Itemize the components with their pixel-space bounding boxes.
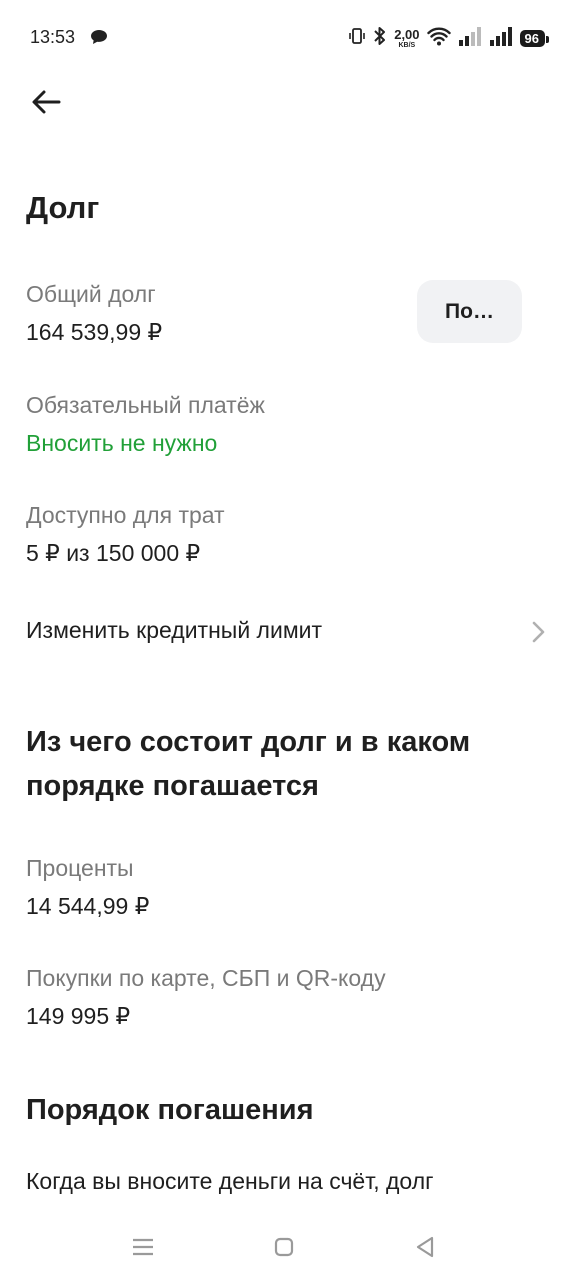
- menu-button[interactable]: [128, 1232, 158, 1262]
- total-debt-value: 164 539,99 ₽: [26, 319, 163, 345]
- available-value: 5 ₽ из 150 000 ₽: [26, 540, 201, 566]
- change-limit-label: Изменить кредитный лимит: [26, 617, 323, 643]
- mandatory-payment-label: Обязательный платёж: [26, 392, 265, 418]
- page-title: Долг: [26, 190, 100, 225]
- status-bar: 13:53 2,00 KB/S 96: [0, 0, 573, 76]
- square-icon: [274, 1237, 294, 1257]
- back-nav-button[interactable]: [410, 1232, 440, 1262]
- purchases-label: Покупки по карте, СБП и QR-коду: [26, 965, 386, 991]
- pay-button[interactable]: По…: [417, 280, 522, 343]
- repayment-title: Порядок погашения: [26, 1094, 314, 1126]
- battery-icon: 96: [519, 29, 550, 47]
- total-debt-label: Общий долг: [26, 281, 156, 307]
- home-button[interactable]: [269, 1232, 299, 1262]
- available-label: Доступно для трат: [26, 502, 225, 528]
- speed-value: 2,00: [394, 26, 420, 42]
- purchases-value: 149 995 ₽: [26, 1003, 131, 1029]
- mandatory-payment-value: Вносить не нужно: [26, 430, 218, 456]
- wifi-icon: [426, 26, 451, 51]
- system-nav-bar: [0, 1210, 573, 1280]
- network-speed: 2,00 KB/S: [394, 28, 419, 49]
- change-limit-row[interactable]: Изменить кредитный лимит: [0, 600, 573, 664]
- vibrate-icon: [348, 27, 366, 50]
- menu-icon: [133, 1238, 153, 1256]
- chat-icon: [90, 29, 108, 50]
- signal-icon: [489, 26, 513, 51]
- chevron-right-icon: [531, 620, 547, 649]
- signal-icon: [458, 26, 482, 51]
- interest-value: 14 544,99 ₽: [26, 893, 150, 919]
- status-icons: 2,00 KB/S 96: [348, 24, 550, 52]
- status-time: 13:53: [30, 27, 76, 47]
- back-button[interactable]: [26, 84, 66, 120]
- arrow-left-icon: [32, 90, 61, 114]
- speed-unit: KB/S: [398, 41, 416, 49]
- composition-title: Из чего состоит долг и в каком порядке п…: [26, 726, 471, 802]
- bluetooth-icon: [373, 26, 387, 51]
- interest-label: Проценты: [26, 855, 134, 881]
- repayment-text: Когда вы вносите деньги на счёт, долг: [26, 1168, 434, 1194]
- triangle-back-icon: [416, 1236, 434, 1258]
